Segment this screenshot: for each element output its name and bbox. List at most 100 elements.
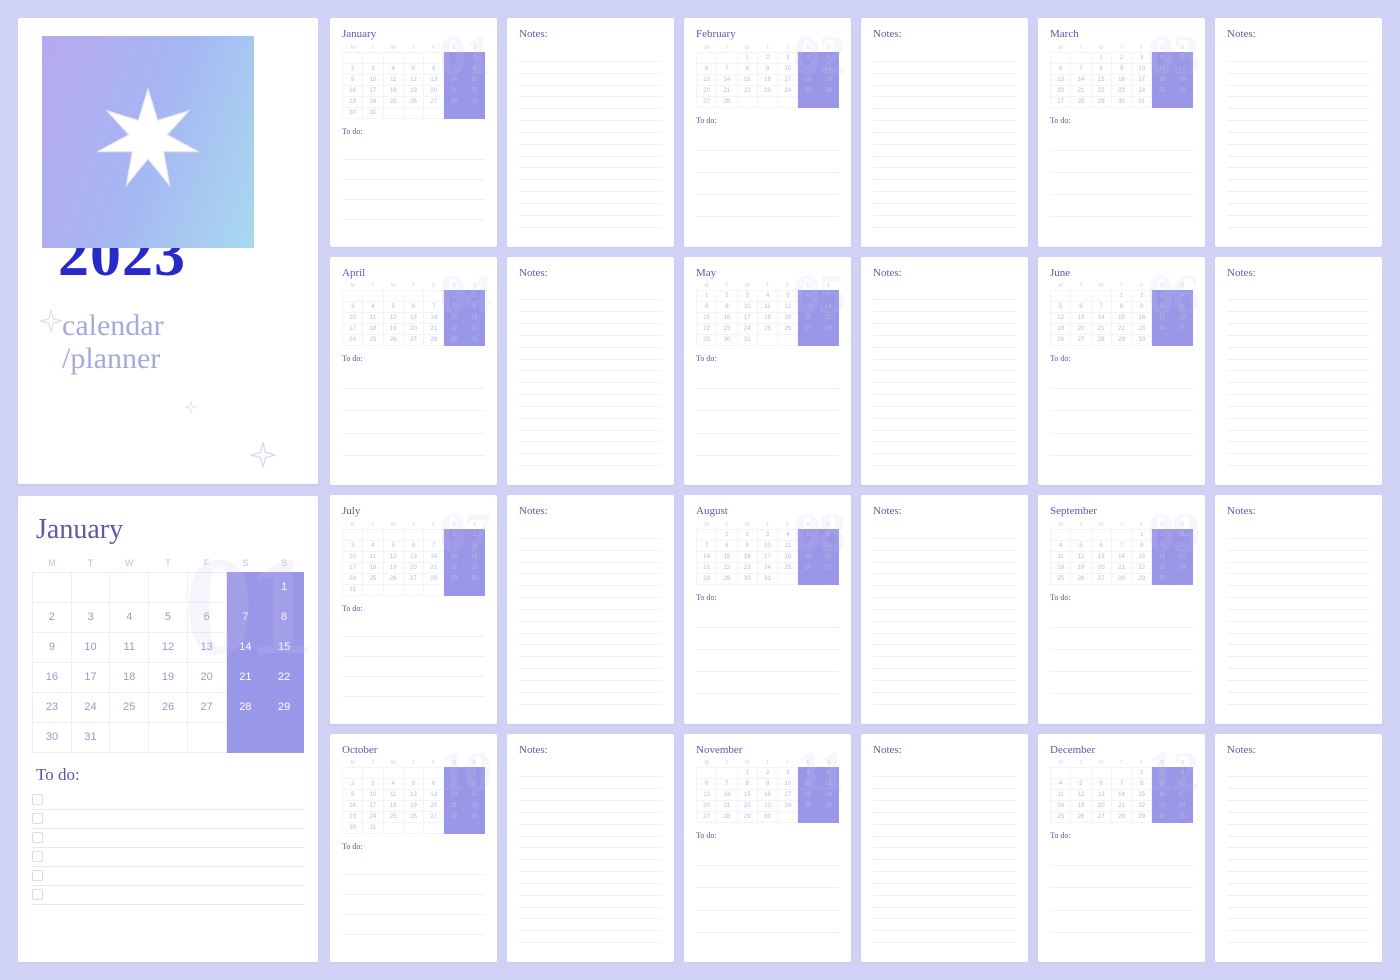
notes-title: Notes: bbox=[873, 28, 1016, 40]
month-calendar: MTWTFSS123456789101112131415161718192021… bbox=[1050, 521, 1193, 585]
month-page: 12DecemberMTWTFSS12345678910111213141516… bbox=[1038, 734, 1205, 963]
notes-page: Notes: bbox=[1215, 495, 1382, 724]
todo-label: To do: bbox=[1050, 593, 1193, 602]
month-calendar: MTWTFSS123456789101112131415161718192021… bbox=[342, 44, 485, 119]
todo-lines bbox=[696, 129, 839, 239]
todo-lines bbox=[1050, 606, 1193, 716]
checkbox-icon bbox=[32, 813, 43, 824]
feature-month-calendar: MTWTFSS123456789101112131415161718192021… bbox=[32, 554, 304, 753]
todo-lines bbox=[342, 617, 485, 716]
calendar-planner-template: 2023 calendar /planner 01 January MTWTFS… bbox=[18, 18, 1382, 962]
todo-item bbox=[32, 810, 304, 829]
month-calendar: MTWTFSS123456789101112131415161718192021… bbox=[342, 283, 485, 347]
month-calendar: MTWTFSS123456789101112131415161718192021… bbox=[696, 44, 839, 108]
todo-label: To do: bbox=[342, 127, 485, 136]
todo-label: To do: bbox=[1050, 831, 1193, 840]
cover-subtitle-line2: /planner bbox=[62, 342, 304, 375]
month-page: 05MayMTWTFSS1234567891011121314151617181… bbox=[684, 257, 851, 486]
sparkle-icon bbox=[184, 400, 198, 414]
notes-page: Notes: bbox=[1215, 734, 1382, 963]
sparkle-icon bbox=[38, 308, 64, 334]
month-title: September bbox=[1050, 505, 1193, 517]
notes-lines bbox=[873, 766, 1016, 955]
month-page: 01JanuaryMTWTFSS123456789101112131415161… bbox=[330, 18, 497, 247]
month-title: May bbox=[696, 267, 839, 279]
notes-page: Notes: bbox=[507, 257, 674, 486]
month-page: 08AugustMTWTFSS1234567891011121314151617… bbox=[684, 495, 851, 724]
todo-label: To do: bbox=[342, 842, 485, 851]
cover-subtitle-line1: calendar bbox=[62, 309, 304, 342]
notes-page: Notes: bbox=[861, 18, 1028, 247]
notes-lines bbox=[1227, 527, 1370, 716]
notes-title: Notes: bbox=[1227, 28, 1370, 40]
feature-month-page: 01 January MTWTFSS1234567891011121314151… bbox=[18, 496, 318, 962]
notes-page: Notes: bbox=[1215, 257, 1382, 486]
notes-lines bbox=[1227, 289, 1370, 478]
todo-lines bbox=[342, 855, 485, 954]
todo-label: To do: bbox=[696, 593, 839, 602]
month-title: April bbox=[342, 267, 485, 279]
month-title: December bbox=[1050, 744, 1193, 756]
month-calendar: MTWTFSS123456789101112131415161718192021… bbox=[696, 521, 839, 585]
todo-item bbox=[32, 867, 304, 886]
todo-list bbox=[32, 791, 304, 905]
month-calendar: MTWTFSS123456789101112131415161718192021… bbox=[696, 283, 839, 347]
feature-month-title: January bbox=[36, 514, 304, 546]
checkbox-icon bbox=[32, 889, 43, 900]
left-column: 2023 calendar /planner 01 January MTWTFS… bbox=[18, 18, 318, 962]
notes-page: Notes: bbox=[507, 734, 674, 963]
month-title: February bbox=[696, 28, 839, 40]
todo-item bbox=[32, 886, 304, 905]
todo-label: To do: bbox=[696, 831, 839, 840]
cover-gradient-panel bbox=[42, 36, 254, 248]
todo-lines bbox=[1050, 844, 1193, 954]
star-icon bbox=[88, 82, 208, 202]
notes-lines bbox=[1227, 50, 1370, 239]
month-title: July bbox=[342, 505, 485, 517]
month-calendar: MTWTFSS123456789101112131415161718192021… bbox=[1050, 760, 1193, 824]
todo-label: To do: bbox=[1050, 354, 1193, 363]
notes-page: Notes: bbox=[861, 495, 1028, 724]
notes-title: Notes: bbox=[873, 744, 1016, 756]
notes-title: Notes: bbox=[519, 744, 662, 756]
notes-lines bbox=[873, 50, 1016, 239]
notes-page: Notes: bbox=[861, 257, 1028, 486]
month-calendar: MTWTFSS123456789101112131415161718192021… bbox=[342, 760, 485, 835]
todo-label: To do: bbox=[696, 354, 839, 363]
notes-title: Notes: bbox=[1227, 744, 1370, 756]
notes-title: Notes: bbox=[873, 267, 1016, 279]
notes-page: Notes: bbox=[507, 18, 674, 247]
todo-lines bbox=[1050, 367, 1193, 477]
notes-lines bbox=[519, 527, 662, 716]
cover-page: 2023 calendar /planner bbox=[18, 18, 318, 484]
month-calendar: MTWTFSS123456789101112131415161718192021… bbox=[1050, 44, 1193, 108]
todo-label: To do: bbox=[1050, 116, 1193, 125]
month-page: 07JulyMTWTFSS123456789101112131415161718… bbox=[330, 495, 497, 724]
month-calendar: MTWTFSS123456789101112131415161718192021… bbox=[1050, 283, 1193, 347]
notes-lines bbox=[519, 766, 662, 955]
checkbox-icon bbox=[32, 851, 43, 862]
checkbox-icon bbox=[32, 794, 43, 805]
notes-title: Notes: bbox=[1227, 267, 1370, 279]
month-calendar: MTWTFSS123456789101112131415161718192021… bbox=[342, 521, 485, 596]
month-title: March bbox=[1050, 28, 1193, 40]
notes-lines bbox=[519, 289, 662, 478]
todo-label: To do: bbox=[342, 354, 485, 363]
cover-subtitle: calendar /planner bbox=[62, 309, 304, 375]
todo-item bbox=[32, 848, 304, 867]
notes-lines bbox=[873, 527, 1016, 716]
month-page: 03MarchMTWTFSS12345678910111213141516171… bbox=[1038, 18, 1205, 247]
todo-lines bbox=[696, 844, 839, 954]
month-title: October bbox=[342, 744, 485, 756]
notes-lines bbox=[1227, 766, 1370, 955]
month-page: 02FebruaryMTWTFSS12345678910111213141516… bbox=[684, 18, 851, 247]
month-page: 06JuneMTWTFSS123456789101112131415161718… bbox=[1038, 257, 1205, 486]
month-page: 09SeptemberMTWTFSS1234567891011121314151… bbox=[1038, 495, 1205, 724]
todo-label: To do: bbox=[696, 116, 839, 125]
sparkle-icon bbox=[248, 440, 278, 470]
months-grid: 01JanuaryMTWTFSS123456789101112131415161… bbox=[330, 18, 1382, 962]
todo-label: To do: bbox=[342, 604, 485, 613]
notes-page: Notes: bbox=[507, 495, 674, 724]
todo-lines bbox=[342, 367, 485, 477]
notes-title: Notes: bbox=[519, 267, 662, 279]
